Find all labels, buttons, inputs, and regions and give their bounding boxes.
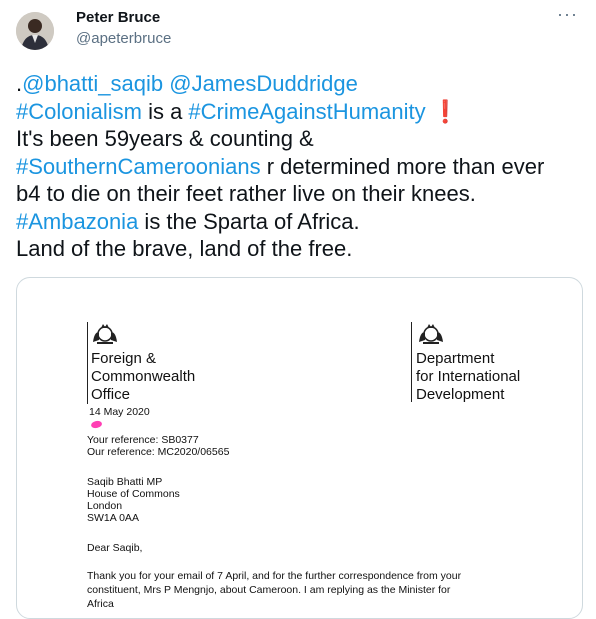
body-line: constituent, Mrs P Mengnjo, about Camero… — [87, 584, 451, 596]
more-options-icon[interactable]: ··· — [557, 4, 578, 25]
tweet: Peter Bruce @apeterbruce ··· .@bhatti_sa… — [0, 0, 596, 619]
attached-image[interactable]: Foreign & Commonwealth Office Department… — [16, 277, 583, 619]
address-line: SW1A 0AA — [87, 512, 139, 524]
fco-line: Commonwealth — [91, 368, 196, 385]
letter-document: Foreign & Commonwealth Office Department… — [17, 278, 582, 618]
tweet-text-fragment: is a — [141, 98, 189, 124]
recipient-address: Saqib Bhatti MP House of Commons London … — [87, 476, 180, 524]
divider — [87, 322, 88, 404]
fco-line: Office — [91, 386, 130, 403]
fco-line: Foreign & — [91, 350, 157, 367]
dfid-line: Development — [416, 386, 505, 403]
tweet-text-fragment: r determined more than ever — [260, 153, 545, 179]
dfid-line: for International — [416, 368, 521, 385]
avatar-photo — [16, 12, 54, 50]
tweet-text-fragment: is the Sparta of Africa. — [138, 208, 360, 234]
address-line: House of Commons — [87, 488, 180, 500]
body-line: Africa — [87, 598, 114, 610]
letter-date: 14 May 2020 — [89, 406, 150, 418]
our-reference: Our reference: MC2020/06565 — [87, 446, 230, 458]
pink-highlight-mark — [90, 419, 103, 430]
avatar[interactable] — [16, 12, 54, 50]
author-name[interactable]: Peter Bruce — [76, 9, 160, 26]
salutation: Dear Saqib, — [87, 542, 143, 554]
mention-link[interactable]: @JamesDuddridge — [169, 71, 358, 96]
hashtag-link[interactable]: #CrimeAgainstHumanity — [188, 99, 425, 124]
royal-crest-icon — [419, 324, 443, 344]
royal-crest-icon — [93, 324, 117, 344]
address-line: Saqib Bhatti MP — [87, 476, 163, 488]
exclamation-emoji: ❗ — [425, 98, 460, 124]
fco-heading: Foreign & Commonwealth Office — [91, 350, 195, 404]
references: Your reference: SB0377 Our reference: MC… — [87, 434, 229, 458]
dfid-heading: Department for International Development — [416, 350, 520, 404]
your-reference: Your reference: SB0377 — [87, 434, 199, 446]
body-line: Thank you for your email of 7 April, and… — [87, 570, 462, 582]
address-line: London — [87, 500, 123, 512]
dfid-line: Department — [416, 350, 495, 367]
tweet-text: .@bhatti_saqib @JamesDuddridge #Colonial… — [16, 70, 586, 263]
author-handle[interactable]: @apeterbruce — [76, 30, 171, 47]
tweet-text-line: b4 to die on their feet rather live on t… — [16, 181, 476, 206]
tweet-text-line: It's been 59years & counting & — [16, 126, 314, 151]
divider — [411, 322, 412, 402]
hashtag-link[interactable]: #SouthernCameroonians — [16, 154, 261, 179]
tweet-text-line: Land of the brave, land of the free. — [16, 236, 353, 261]
hashtag-link[interactable]: #Ambazonia — [16, 209, 138, 234]
hashtag-link[interactable]: #Colonialism — [16, 99, 142, 124]
mention-link[interactable]: @bhatti_saqib — [22, 71, 163, 96]
letter-body: Thank you for your email of 7 April, and… — [87, 569, 461, 611]
